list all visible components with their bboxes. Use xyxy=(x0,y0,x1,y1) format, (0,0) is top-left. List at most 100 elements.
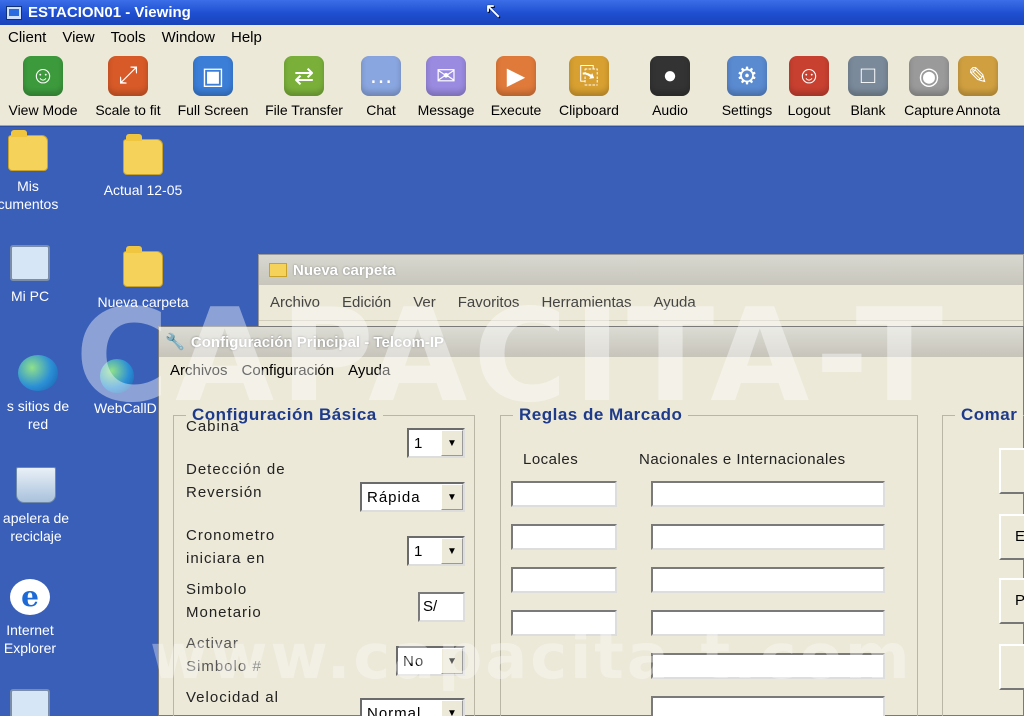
velocidad-value: Normal xyxy=(367,705,422,716)
dropdown-arrow-icon[interactable]: ▼ xyxy=(441,648,463,674)
dropdown-arrow-icon[interactable]: ▼ xyxy=(441,430,463,456)
menu-tools[interactable]: Tools xyxy=(103,29,154,46)
toolbar-button-label: View Mode xyxy=(8,102,78,118)
window-titlebar: ESTACION01 - Viewing xyxy=(0,0,1024,25)
explorer-menu-herramientas[interactable]: Herramientas xyxy=(530,294,642,311)
desktop-icon-label: s sitios de red xyxy=(6,398,70,432)
desktop-icon-nueva-carpeta[interactable]: Nueva carpeta xyxy=(93,246,193,311)
desktop-icon-mis-sitios-de-red[interactable]: s sitios de red xyxy=(0,355,88,433)
monitor-app-icon xyxy=(6,5,22,20)
desktop-icon-papelera[interactable]: apelera de reciclaje xyxy=(0,467,86,545)
commands-group: Comar E P xyxy=(942,405,1024,716)
command-button-3[interactable]: P xyxy=(999,578,1024,624)
cabina-value: 1 xyxy=(414,435,424,452)
desktop-icon-mi-pc[interactable]: Mi PC xyxy=(0,245,80,305)
toolbar-button-clipboard[interactable]: ⎘ Clipboard xyxy=(550,50,628,118)
monitor-icon: □ xyxy=(848,56,888,96)
webcall-icon xyxy=(100,359,134,393)
toolbar-button-capture[interactable]: ◉ Capture xyxy=(900,50,958,118)
toolbar-button-logout[interactable]: ☺ Logout xyxy=(782,50,836,118)
desktop-icon-partial[interactable] xyxy=(0,689,80,716)
national-rule-input[interactable] xyxy=(651,567,885,593)
deteccion-label: Detección de Reversión xyxy=(186,461,286,501)
explorer-title: Nueva carpeta xyxy=(293,261,396,279)
menu-view[interactable]: View xyxy=(54,29,102,46)
toolbar-button-label: Settings xyxy=(721,102,773,118)
local-rule-input[interactable] xyxy=(511,567,617,593)
local-rule-input[interactable] xyxy=(511,610,617,636)
toolbar-button-file-transfer[interactable]: ⇄ File Transfer xyxy=(256,50,352,118)
toolbar-button-execute[interactable]: ▶ Execute xyxy=(482,50,550,118)
toolbar-button-full-screen[interactable]: ▣ Full Screen xyxy=(170,50,256,118)
menu-help[interactable]: Help xyxy=(223,29,270,46)
local-rule-input[interactable] xyxy=(511,481,617,507)
dialing-rules-title: Reglas de Marcado xyxy=(513,405,689,425)
desktop-icon-internet-explorer[interactable]: e Internet Explorer xyxy=(0,579,80,657)
command-button-1[interactable] xyxy=(999,448,1024,494)
toolbar-button-label: Chat xyxy=(366,102,396,118)
microphone-icon: ● xyxy=(650,56,690,96)
toolbar-button-audio[interactable]: ● Audio xyxy=(628,50,712,118)
folder-icon xyxy=(269,263,287,277)
velocidad-select[interactable]: Normal ▼ xyxy=(360,698,465,716)
locales-label: Locales xyxy=(523,451,579,468)
ie-icon: e xyxy=(10,579,50,615)
config-menubar: Archivos Configuración Ayuda xyxy=(159,357,1023,383)
menu-window[interactable]: Window xyxy=(154,29,223,46)
chat-icon: … xyxy=(361,56,401,96)
explorer-menu-edicion[interactable]: Edición xyxy=(331,294,402,311)
activar-select[interactable]: No ▼ xyxy=(396,646,465,676)
scale-icon: ⤢ xyxy=(108,56,148,96)
local-rule-input[interactable] xyxy=(511,524,617,550)
simbolo-input[interactable]: S/ xyxy=(418,592,465,622)
dropdown-arrow-icon[interactable]: ▼ xyxy=(441,484,463,510)
activar-label: Activar Simbolo # xyxy=(186,635,262,675)
toolbar-button-blank[interactable]: □ Blank xyxy=(836,50,900,118)
desktop-icon-label: Mi PC xyxy=(10,288,50,304)
folder-icon xyxy=(123,134,163,175)
desktop-icon-actual[interactable]: Actual 12-05 xyxy=(93,134,193,199)
desktop-icon-mis-documentos[interactable]: Mis cumentos xyxy=(0,130,78,213)
menu-client[interactable]: Client xyxy=(0,29,54,46)
cabina-select[interactable]: 1 ▼ xyxy=(407,428,465,458)
explorer-menu-ver[interactable]: Ver xyxy=(402,294,447,311)
toolbar-button-label: Annota xyxy=(955,102,1001,118)
deteccion-select[interactable]: Rápida ▼ xyxy=(360,482,465,512)
nacionales-label: Nacionales e Internacionales xyxy=(639,451,846,468)
config-menu-configuracion[interactable]: Configuración xyxy=(235,362,342,379)
national-rule-input[interactable] xyxy=(651,524,885,550)
command-button-2[interactable]: E xyxy=(999,514,1024,560)
desktop-icon-label: Actual 12-05 xyxy=(103,182,183,198)
toolbar-button-message[interactable]: ✉ Message xyxy=(410,50,482,118)
file-transfer-icon: ⇄ xyxy=(284,56,324,96)
explorer-menu-archivo[interactable]: Archivo xyxy=(259,294,331,311)
config-title: Configuración Principal - Telcom-IP xyxy=(190,333,445,351)
cronometro-select[interactable]: 1 ▼ xyxy=(407,536,465,566)
toolbar-button-label: Execute xyxy=(490,102,542,118)
national-rule-input[interactable] xyxy=(651,653,885,679)
desktop-icon-label: Internet Explorer xyxy=(3,622,57,656)
toolbar-button-scale-to-fit[interactable]: ⤢ Scale to fit xyxy=(86,50,170,118)
folder-icon xyxy=(8,130,48,171)
config-menu-ayuda[interactable]: Ayuda xyxy=(341,362,397,379)
command-button-4[interactable] xyxy=(999,644,1024,690)
toolbar-button-settings[interactable]: ⚙ Settings xyxy=(712,50,782,118)
toolbar-button-label: Full Screen xyxy=(177,102,249,118)
explorer-menu-ayuda[interactable]: Ayuda xyxy=(642,294,706,311)
desktop-icon-webcall[interactable]: WebCallD xyxy=(76,359,166,417)
toolbar-button-chat[interactable]: … Chat xyxy=(352,50,410,118)
window-title: ESTACION01 - Viewing xyxy=(28,4,191,21)
toolbar-button-view-mode[interactable]: ☺ View Mode xyxy=(0,50,86,118)
national-rule-input[interactable] xyxy=(651,481,885,507)
toolbar-button-label: Scale to fit xyxy=(95,102,161,118)
national-rule-input[interactable] xyxy=(651,696,885,716)
dropdown-arrow-icon[interactable]: ▼ xyxy=(441,538,463,564)
config-menu-archivos[interactable]: Archivos xyxy=(163,362,235,379)
activar-value: No xyxy=(403,653,425,670)
explorer-menu-favoritos[interactable]: Favoritos xyxy=(447,294,531,311)
national-rule-input[interactable] xyxy=(651,610,885,636)
cronometro-label: Cronometro iniciara en xyxy=(186,527,276,567)
view-mode-icon: ☺ xyxy=(23,56,63,96)
toolbar-button-annota[interactable]: ✎ Annota xyxy=(955,50,1001,118)
dropdown-arrow-icon[interactable]: ▼ xyxy=(441,700,463,716)
